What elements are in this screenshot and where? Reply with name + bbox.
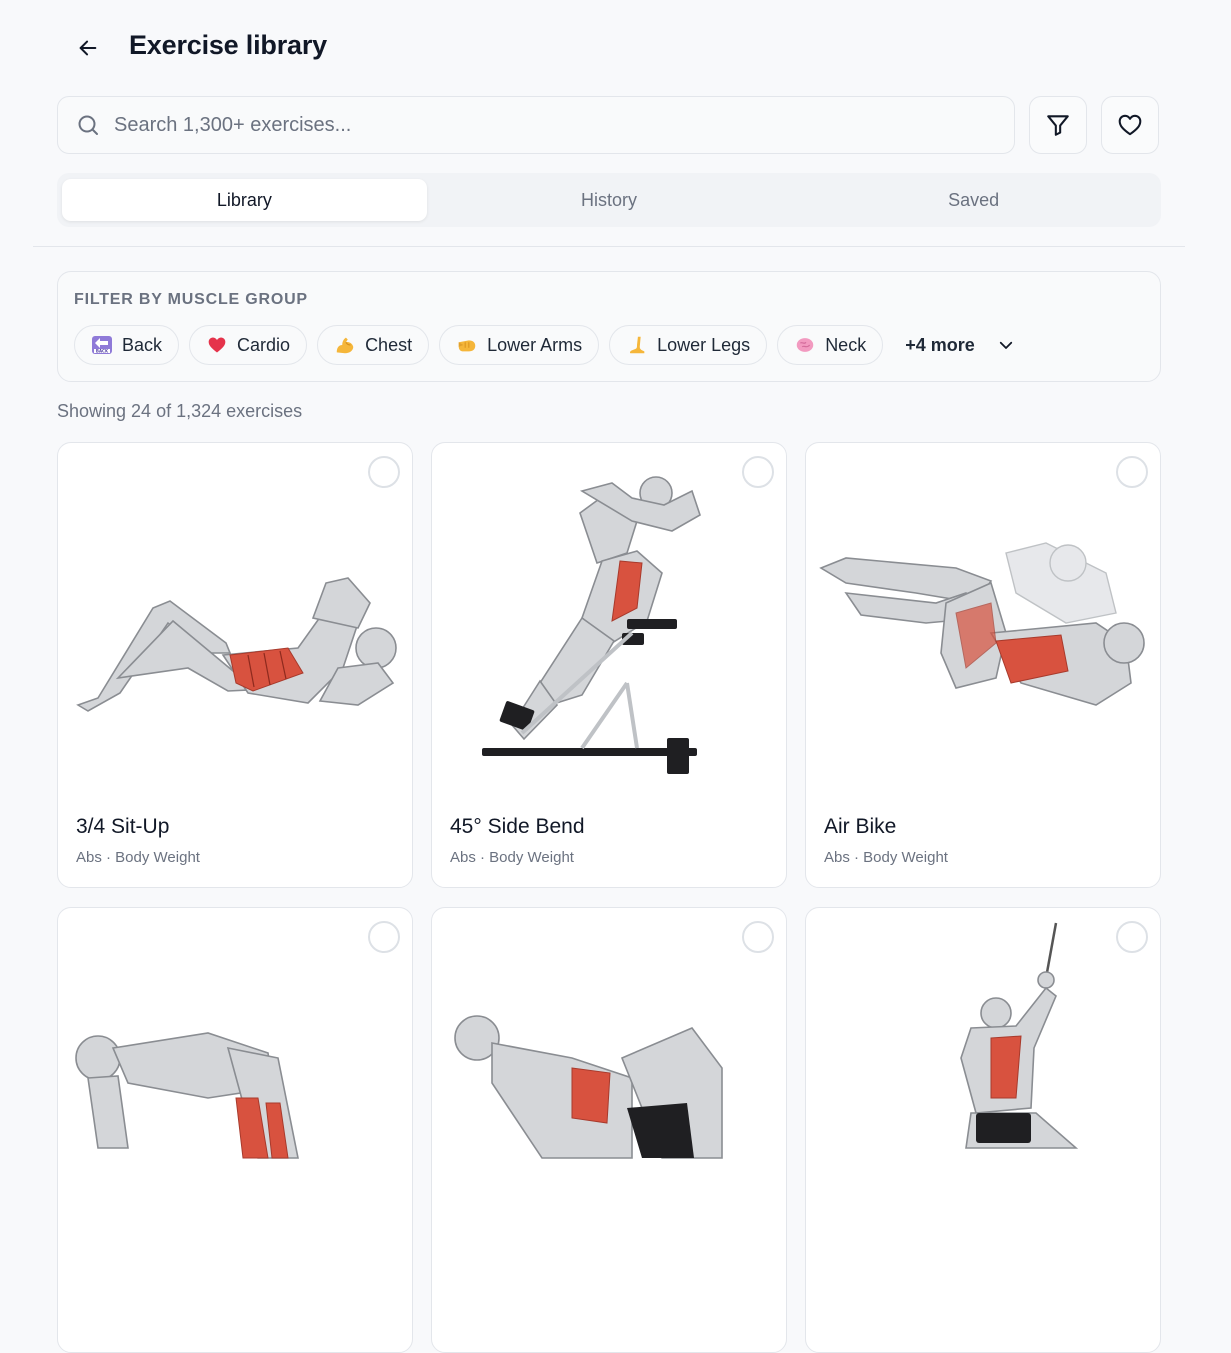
results-count: Showing 24 of 1,324 exercises xyxy=(57,401,303,421)
chip-label: Cardio xyxy=(237,334,291,355)
heart-icon xyxy=(206,334,228,356)
svg-text:BACK: BACK xyxy=(96,349,109,354)
exercise-meta: Abs · Body Weight xyxy=(450,849,574,866)
chip-label: Neck xyxy=(825,334,867,355)
more-muscle-groups-toggle[interactable]: +4 more xyxy=(905,335,1015,356)
brain-icon xyxy=(794,334,816,356)
select-checkbox[interactable] xyxy=(742,921,774,953)
exercise-name: 45° Side Bend xyxy=(450,815,585,838)
back-arrow-icon: BACK xyxy=(91,334,113,356)
exercise-card[interactable]: 45° Side Bend Abs · Body Weight xyxy=(431,442,787,888)
exercise-illustration xyxy=(960,922,1079,1149)
exercise-meta: Abs · Body Weight xyxy=(824,849,948,866)
search-icon xyxy=(78,115,98,135)
chip-label: Chest xyxy=(365,334,413,355)
select-checkbox[interactable] xyxy=(368,921,400,953)
exercise-card[interactable] xyxy=(431,907,787,1353)
chevron-down-icon xyxy=(999,341,1012,349)
header: Exercise library xyxy=(0,0,1231,96)
chip-back[interactable]: BACK Back xyxy=(74,325,180,365)
exercise-card[interactable]: 3/4 Sit-Up Abs · Body Weight xyxy=(57,442,413,888)
exercise-illustration xyxy=(75,1032,299,1159)
chip-cardio[interactable]: Cardio xyxy=(189,325,308,365)
select-checkbox[interactable] xyxy=(742,456,774,488)
exercise-illustration xyxy=(76,577,397,712)
chip-chest[interactable]: Chest xyxy=(317,325,430,365)
exercise-illustration xyxy=(482,476,701,774)
heart-icon xyxy=(1118,114,1142,136)
divider xyxy=(33,246,1185,247)
filter-chips: BACK Back Cardio Chest Lower Arms Lower … xyxy=(74,325,1015,365)
tab-saved[interactable]: Saved xyxy=(791,179,1156,221)
exercise-illustration xyxy=(454,1015,723,1159)
back-button[interactable] xyxy=(72,32,104,64)
fist-icon xyxy=(456,334,478,356)
search-input[interactable] xyxy=(112,112,996,138)
more-label: +4 more xyxy=(905,334,975,355)
tab-bar: Library History Saved xyxy=(57,173,1161,227)
chip-lower-arms[interactable]: Lower Arms xyxy=(439,325,600,365)
exercise-name: Air Bike xyxy=(824,815,897,838)
select-checkbox[interactable] xyxy=(368,456,400,488)
leg-icon xyxy=(626,334,648,356)
chip-lower-legs[interactable]: Lower Legs xyxy=(609,325,768,365)
chip-label: Lower Arms xyxy=(487,334,583,355)
exercise-card[interactable] xyxy=(805,907,1161,1353)
flexed-biceps-icon xyxy=(334,334,356,356)
tab-library[interactable]: Library xyxy=(62,179,427,221)
exercise-meta: Abs · Body Weight xyxy=(76,849,200,866)
exercise-illustration xyxy=(819,542,1145,706)
select-checkbox[interactable] xyxy=(1116,456,1148,488)
chip-label: Lower Legs xyxy=(657,334,751,355)
page-title: Exercise library xyxy=(129,30,327,60)
exercise-card[interactable]: Air Bike Abs · Body Weight xyxy=(805,442,1161,888)
arrow-left-icon xyxy=(79,40,97,56)
exercise-card[interactable] xyxy=(57,907,413,1353)
select-checkbox[interactable] xyxy=(1116,921,1148,953)
filter-button[interactable] xyxy=(1029,96,1087,154)
exercise-name: 3/4 Sit-Up xyxy=(76,815,170,838)
filter-title: FILTER BY MUSCLE GROUP xyxy=(74,291,308,308)
muscle-group-filter: FILTER BY MUSCLE GROUP BACK Back Cardio … xyxy=(57,271,1161,382)
chip-neck[interactable]: Neck xyxy=(777,325,884,365)
filter-icon xyxy=(1047,115,1069,136)
tab-history[interactable]: History xyxy=(427,179,792,221)
favorites-button[interactable] xyxy=(1101,96,1159,154)
chip-label: Back xyxy=(122,334,163,355)
search-bar xyxy=(57,96,1015,154)
